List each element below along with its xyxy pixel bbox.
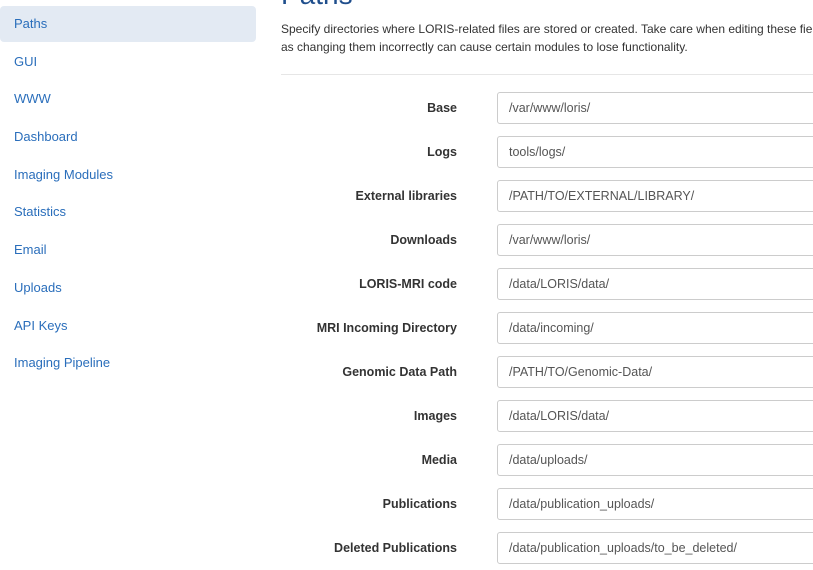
form-row-loris-mri-code: LORIS-MRI code [281,268,813,312]
form-row-deleted-publications: Deleted Publications [281,532,813,570]
sidebar: Paths GUI WWW Dashboard Imaging Modules … [0,0,256,570]
sidebar-item-dashboard[interactable]: Dashboard [0,119,256,155]
sidebar-item-imaging-pipeline[interactable]: Imaging Pipeline [0,345,256,381]
main-content: Paths Specify directories where LORIS-re… [281,0,813,570]
field-label-media: Media [421,453,457,467]
sidebar-item-statistics[interactable]: Statistics [0,194,256,230]
sidebar-nav: Paths GUI WWW Dashboard Imaging Modules … [0,6,256,383]
form-row-downloads: Downloads [281,224,813,268]
field-label-deleted-publications: Deleted Publications [334,541,457,555]
genomic-data-path-input[interactable] [497,356,813,388]
sidebar-item-imaging-modules[interactable]: Imaging Modules [0,157,256,193]
field-label-logs: Logs [427,145,457,159]
field-label-loris-mri-code: LORIS-MRI code [359,277,457,291]
field-label-mri-incoming-directory: MRI Incoming Directory [316,321,457,335]
base-path-input[interactable] [497,92,813,124]
deleted-publications-path-input[interactable] [497,532,813,564]
form-row-genomic-data-path: Genomic Data Path [281,356,813,400]
publications-path-input[interactable] [497,488,813,520]
form-row-base: Base [281,92,813,136]
field-label-genomic-data-path: Genomic Data Path [342,365,457,379]
logs-path-input[interactable] [497,136,813,168]
form-row-images: Images [281,400,813,444]
paths-form: Base Logs External libraries Downloads L… [281,92,813,570]
sidebar-item-api-keys[interactable]: API Keys [0,308,256,344]
form-row-publications: Publications [281,488,813,532]
sidebar-item-paths[interactable]: Paths [0,6,256,42]
form-row-mri-incoming-directory: MRI Incoming Directory [281,312,813,356]
divider [281,74,813,75]
field-label-base: Base [427,101,457,115]
config-page: Paths GUI WWW Dashboard Imaging Modules … [0,0,813,570]
sidebar-item-gui[interactable]: GUI [0,44,256,80]
external-libraries-path-input[interactable] [497,180,813,212]
loris-mri-code-path-input[interactable] [497,268,813,300]
field-label-images: Images [413,409,457,423]
images-path-input[interactable] [497,400,813,432]
downloads-path-input[interactable] [497,224,813,256]
form-row-external-libraries: External libraries [281,180,813,224]
field-label-downloads: Downloads [390,233,457,247]
form-row-logs: Logs [281,136,813,180]
page-description: Specify directories where LORIS-related … [281,22,813,54]
field-label-publications: Publications [382,497,457,511]
field-label-external-libraries: External libraries [355,189,457,203]
media-path-input[interactable] [497,444,813,476]
mri-incoming-directory-input[interactable] [497,312,813,344]
page-title: Paths [281,0,353,12]
sidebar-item-www[interactable]: WWW [0,81,256,117]
sidebar-item-email[interactable]: Email [0,232,256,268]
form-row-media: Media [281,444,813,488]
sidebar-item-uploads[interactable]: Uploads [0,270,256,306]
